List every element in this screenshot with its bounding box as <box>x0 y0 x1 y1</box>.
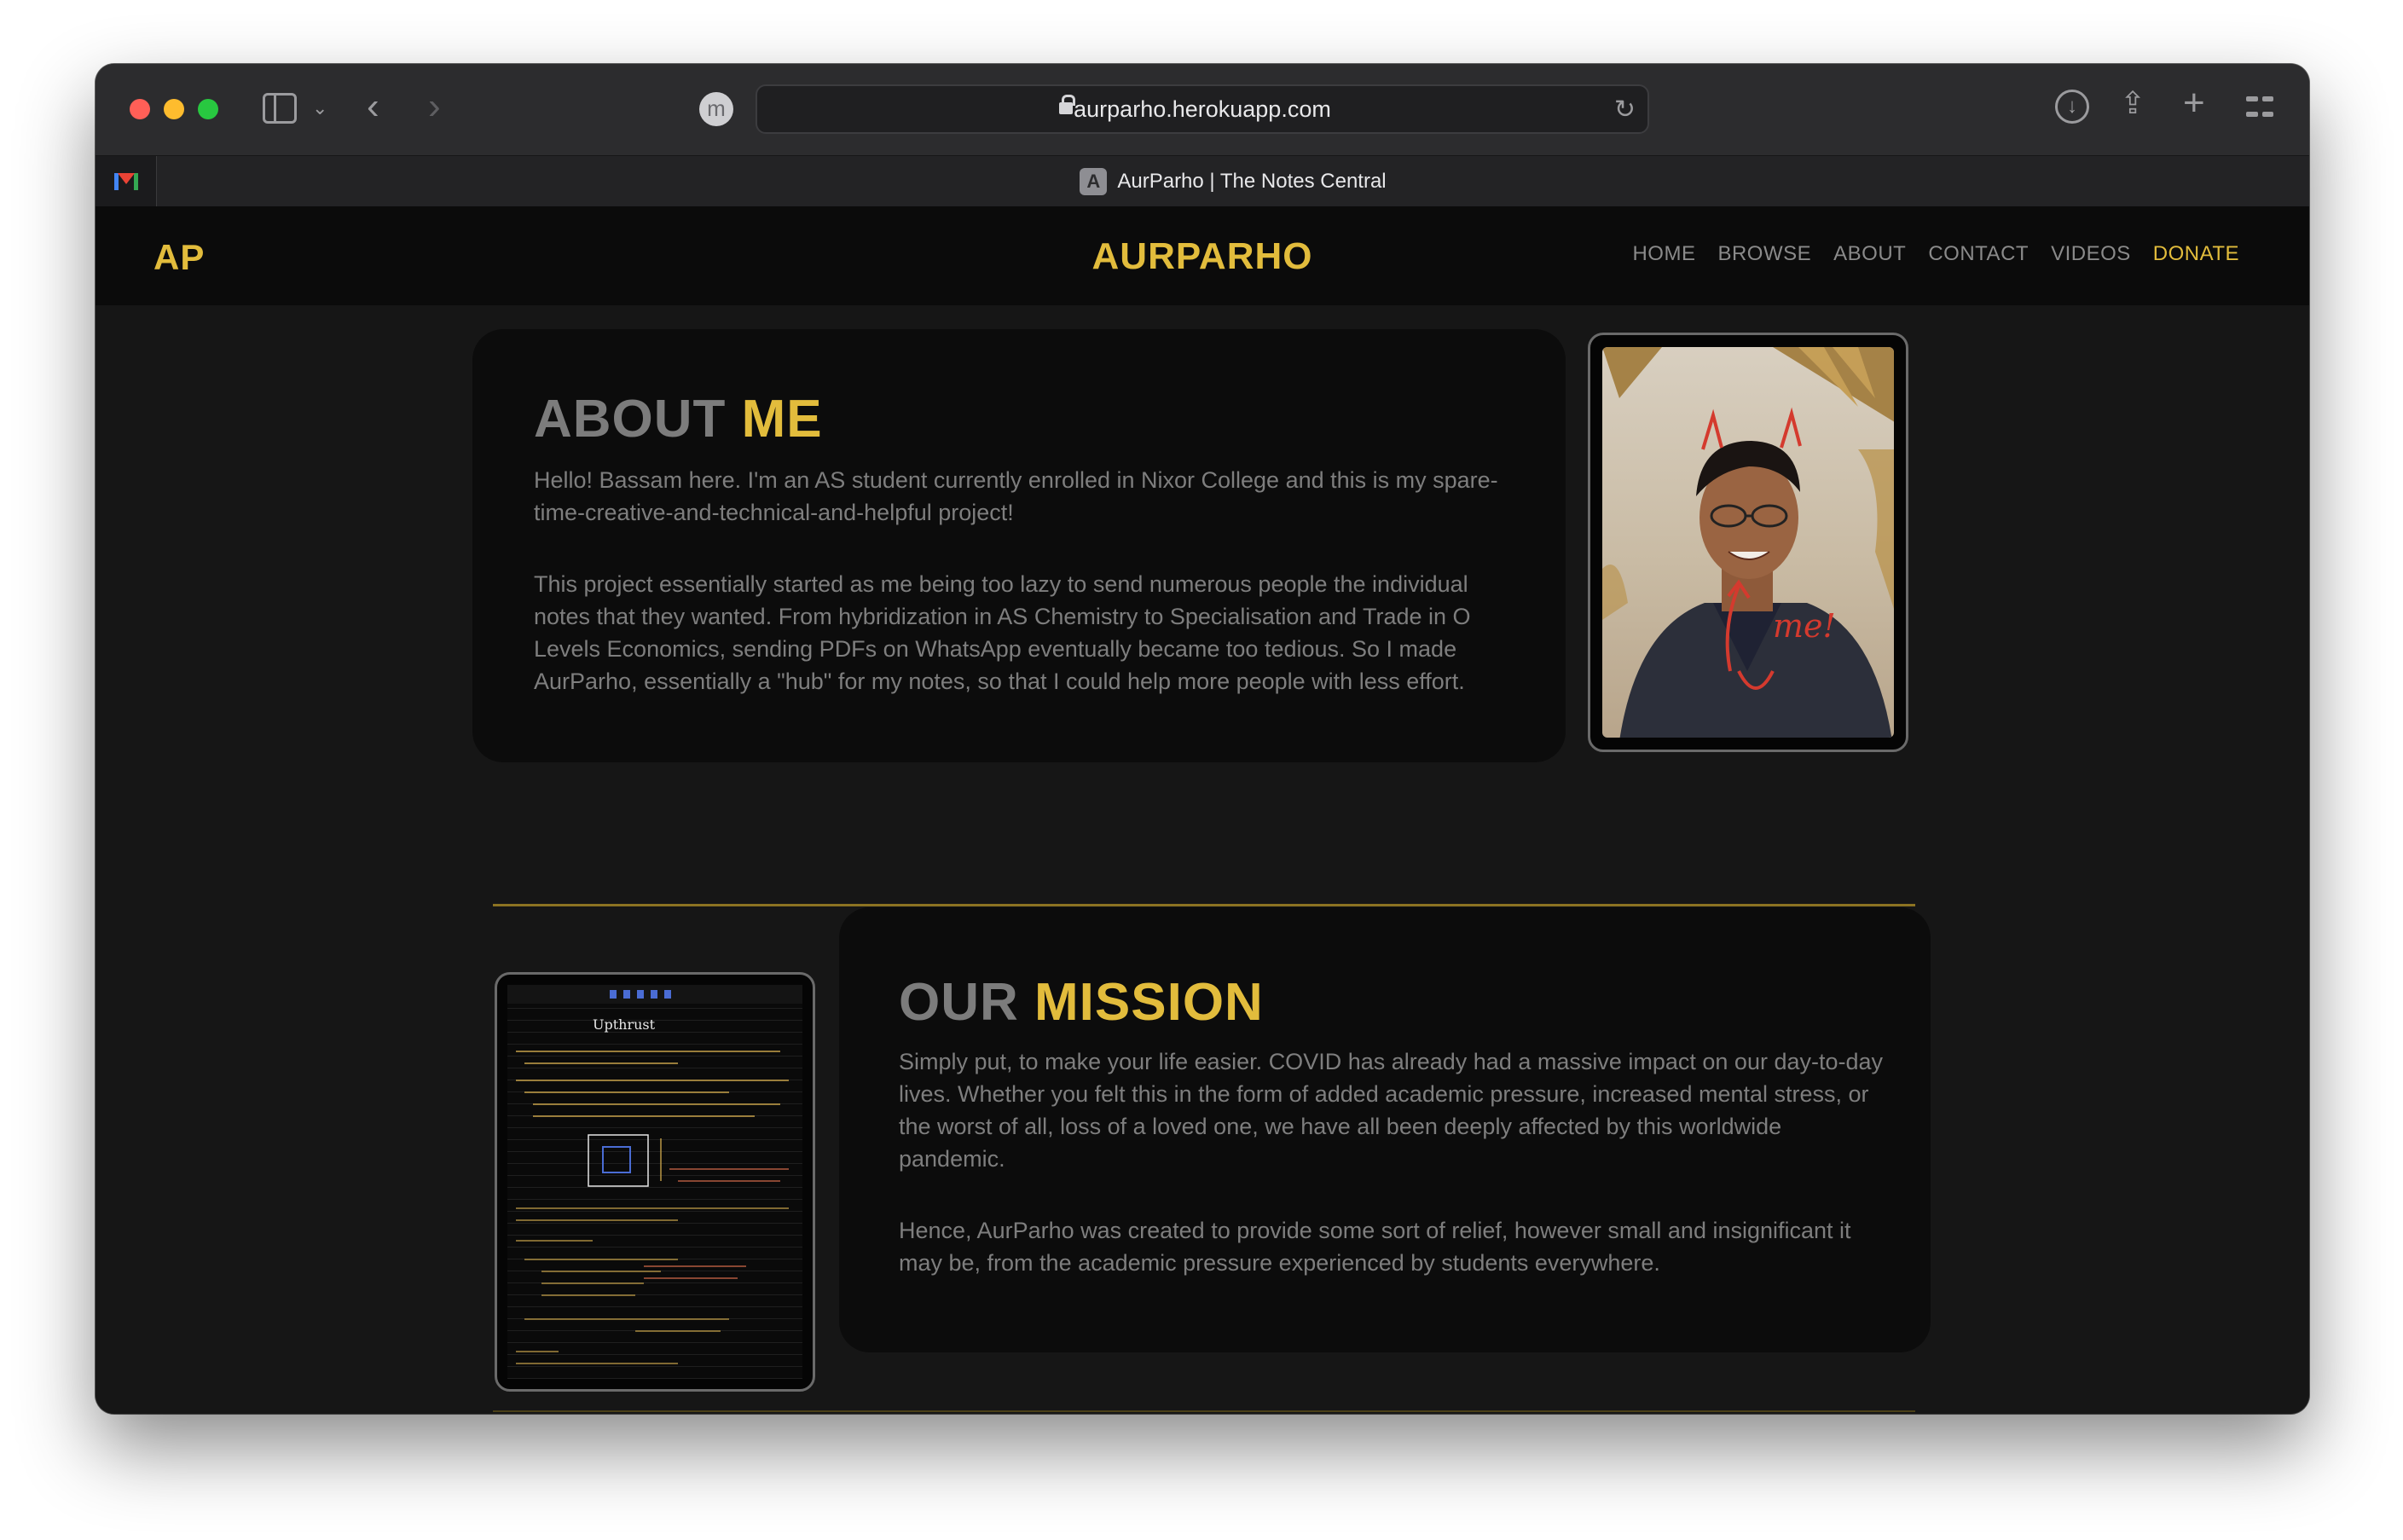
site-favicon-icon: A <box>1080 168 1108 195</box>
author-photo-frame: me! <box>1588 333 1908 752</box>
tab-overview-icon[interactable] <box>2246 93 2273 120</box>
download-icon[interactable]: ↓ <box>2055 90 2089 124</box>
nav-link-contact[interactable]: CONTACT <box>1928 242 2029 266</box>
pinned-tab-gmail[interactable] <box>96 156 157 207</box>
about-me-card: ABOUT ME Hello! Bassam here. I'm an AS s… <box>472 329 1566 762</box>
site-navbar: AP AURPARHO HOME BROWSE ABOUT CONTACT VI… <box>96 206 2309 305</box>
mission-card: OUR MISSION Simply put, to make your lif… <box>839 907 1931 1352</box>
url-text[interactable]: aurparho.herokuapp.com <box>757 86 1647 132</box>
profile-avatar[interactable]: m <box>699 92 733 126</box>
browser-toolbar: ⌄ ‹ › m aurparho.herokuapp.com ↻ ↓ ⇪ + <box>96 64 2309 155</box>
about-paragraph-2: This project essentially started as me b… <box>534 571 1471 694</box>
notes-heading: Upthrust <box>593 1016 656 1033</box>
back-arrow-icon[interactable]: ‹ <box>367 88 379 125</box>
close-window-button[interactable] <box>130 99 150 119</box>
nav-link-about[interactable]: ABOUT <box>1833 242 1906 266</box>
handwritten-notes-image: Upthrust <box>507 985 802 1379</box>
tab-bar: A AurParho | The Notes Central <box>96 155 2309 207</box>
share-icon[interactable]: ⇪ <box>2120 86 2145 120</box>
forward-arrow-icon[interactable]: › <box>428 88 441 125</box>
about-heading-highlight: ME <box>741 390 823 449</box>
about-heading-plain: ABOUT <box>534 390 727 449</box>
nav-link-donate[interactable]: DONATE <box>2153 242 2239 266</box>
new-tab-icon[interactable]: + <box>2183 84 2205 122</box>
mission-paragraph-2: Hence, AurParho was created to provide s… <box>899 1218 1851 1276</box>
photo-annotation: me! <box>1773 607 1836 645</box>
about-paragraph-1: Hello! Bassam here. I'm an AS student cu… <box>534 467 1498 525</box>
address-bar[interactable]: aurparho.herokuapp.com ↻ <box>756 84 1649 134</box>
author-photo: me! <box>1602 347 1894 738</box>
bottom-divider <box>493 1410 1915 1412</box>
chevron-down-icon[interactable]: ⌄ <box>312 91 327 125</box>
reload-icon[interactable]: ↻ <box>1614 95 1636 125</box>
sidebar-toggle-icon[interactable] <box>263 93 297 124</box>
notes-tablet-frame: Upthrust <box>495 972 815 1392</box>
mission-heading: OUR MISSION <box>899 972 1264 1033</box>
active-tab[interactable]: A AurParho | The Notes Central <box>157 156 2309 207</box>
mission-heading-highlight: MISSION <box>1034 973 1264 1032</box>
section-divider <box>493 904 1915 906</box>
nav-link-home[interactable]: HOME <box>1632 242 1695 266</box>
mission-paragraph-1: Simply put, to make your life easier. CO… <box>899 1049 1884 1172</box>
gmail-icon <box>113 173 138 190</box>
tab-title: AurParho | The Notes Central <box>1117 170 1387 193</box>
site-nav-links: HOME BROWSE ABOUT CONTACT VIDEOS DONATE <box>1632 242 2239 266</box>
browser-window: ⌄ ‹ › m aurparho.herokuapp.com ↻ ↓ ⇪ + A… <box>96 64 2309 1414</box>
about-heading: ABOUT ME <box>534 389 823 449</box>
nav-link-videos[interactable]: VIDEOS <box>2051 242 2131 266</box>
minimize-window-button[interactable] <box>164 99 184 119</box>
zoom-window-button[interactable] <box>198 99 218 119</box>
nav-link-browse[interactable]: BROWSE <box>1717 242 1811 266</box>
mission-heading-plain: OUR <box>899 973 1019 1032</box>
webpage: AP AURPARHO HOME BROWSE ABOUT CONTACT VI… <box>96 206 2309 1414</box>
